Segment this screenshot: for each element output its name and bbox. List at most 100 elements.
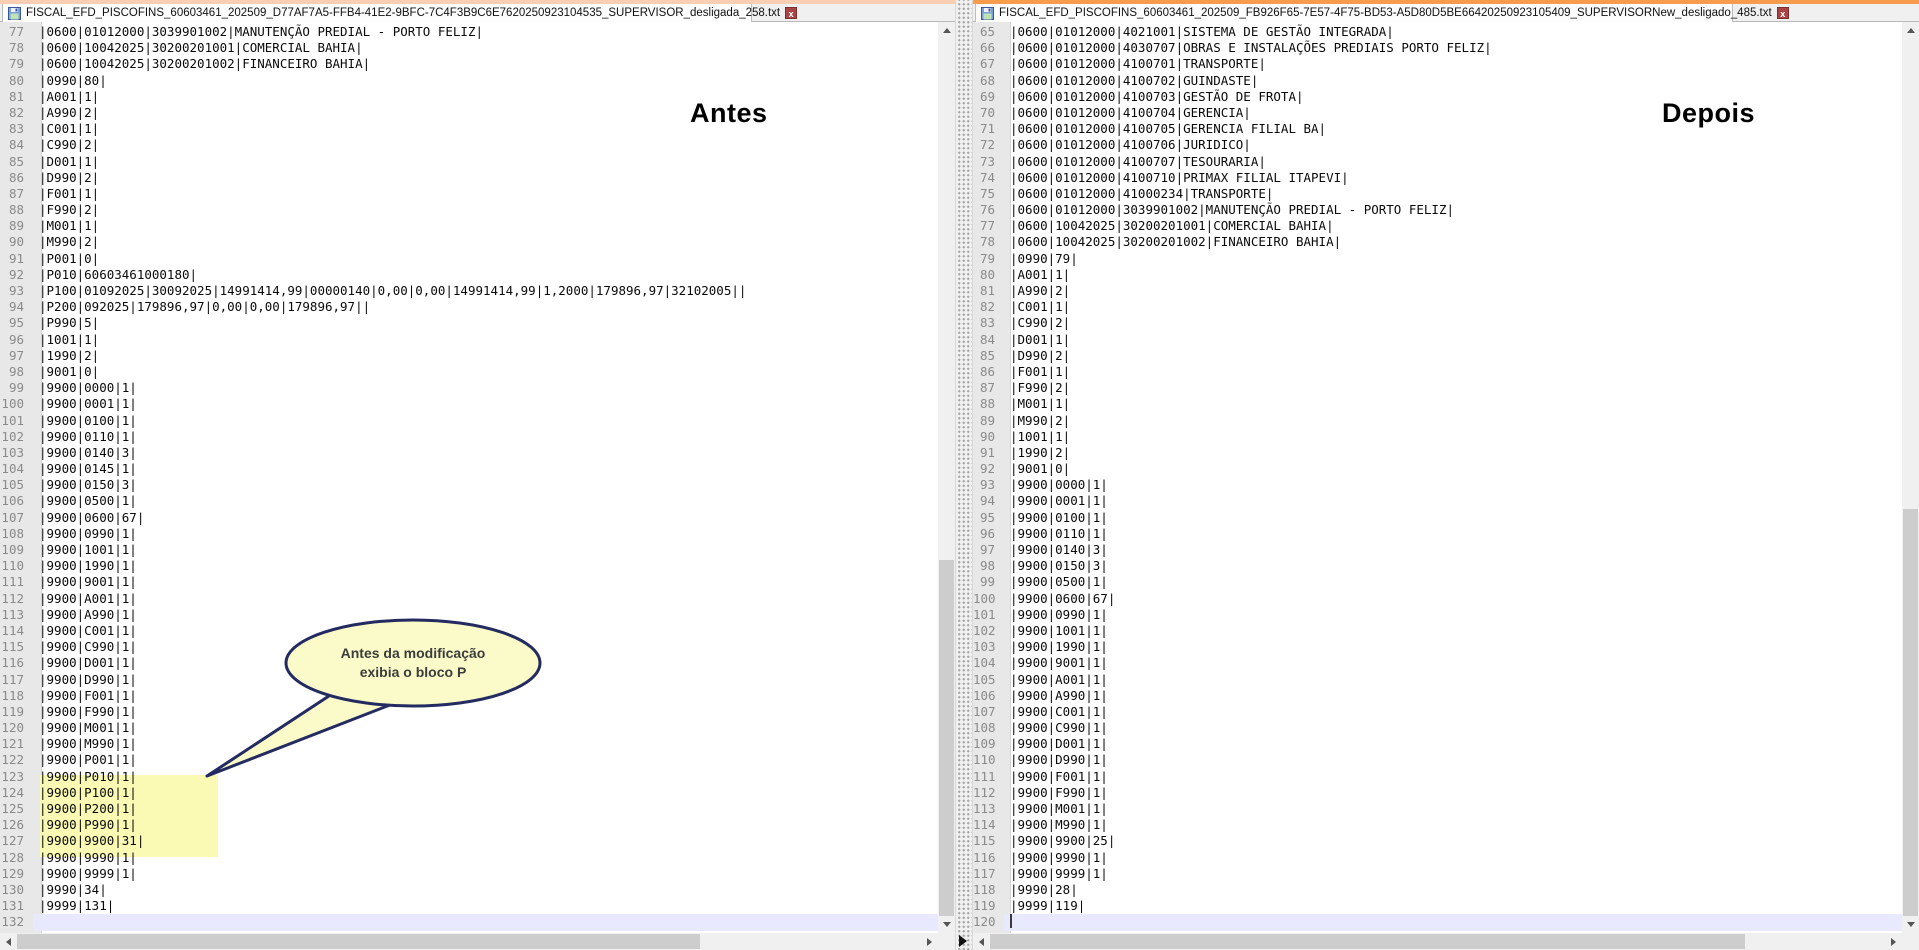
view-splitter[interactable] [955, 0, 973, 950]
line-number: 92 [973, 461, 1004, 477]
line-number: 72 [973, 137, 1004, 153]
line-number: 105 [0, 477, 33, 493]
line-number: 123 [0, 769, 33, 785]
right-vscroll-thumb[interactable] [1903, 509, 1918, 916]
tab-file-before[interactable]: FISCAL_EFD_PISCOFINS_60603461_202509_D77… [2, 4, 752, 22]
heading-antes: Antes [690, 98, 768, 129]
code-line: 78|0600|10042025|30200201001|COMERCIAL B… [0, 40, 938, 56]
code-line-text: |9999|131| [33, 898, 938, 914]
code-line: 76|0600|01012000|3039901002|MANUTENÇÃO P… [973, 202, 1902, 218]
code-line: 106|9900|0500|1| [0, 493, 938, 509]
code-line-text: |9900|A001|1| [1004, 672, 1902, 688]
tab-file-after[interactable]: FISCAL_EFD_PISCOFINS_60603461_202509_FB9… [975, 4, 1733, 22]
code-line: 73|0600|01012000|4100707|TESOURARIA| [973, 154, 1902, 170]
code-line: 104|9900|9001|1| [973, 655, 1902, 671]
line-number: 130 [0, 882, 33, 898]
line-number: 66 [973, 40, 1004, 56]
line-number: 109 [973, 736, 1004, 752]
code-line: 93|9900|0000|1| [973, 477, 1902, 493]
code-line-text: |0600|01012000|4100704|GERENCIA| [1004, 105, 1902, 121]
tab-title-before: FISCAL_EFD_PISCOFINS_60603461_202509_D77… [26, 7, 780, 19]
code-line: 65|0600|01012000|4021001|SISTEMA DE GEST… [973, 24, 1902, 40]
code-line: 88|F990|2| [0, 202, 938, 218]
scroll-up-icon[interactable] [1902, 22, 1919, 39]
line-number: 97 [0, 348, 33, 364]
line-number: 83 [0, 121, 33, 137]
scroll-right-icon[interactable] [921, 933, 938, 950]
editor-before[interactable]: 77|0600|01012000|3039901002|MANUTENÇÃO P… [0, 22, 938, 933]
line-number: 102 [973, 623, 1004, 639]
scroll-left-icon[interactable] [0, 933, 17, 950]
line-number: 118 [0, 688, 33, 704]
editor-after[interactable]: 65|0600|01012000|4021001|SISTEMA DE GEST… [973, 22, 1902, 933]
code-line: 100|9900|0600|67| [973, 591, 1902, 607]
code-line-text: |9001|0| [33, 364, 938, 380]
code-line: 96|1001|1| [0, 332, 938, 348]
line-number: 96 [973, 526, 1004, 542]
line-number: 87 [973, 380, 1004, 396]
code-line-text: |9900|0140|3| [33, 445, 938, 461]
code-line: 105|9900|A001|1| [973, 672, 1902, 688]
right-horizontal-scrollbar[interactable] [973, 933, 1902, 950]
line-number: 97 [973, 542, 1004, 558]
code-line: 98|9900|0150|3| [973, 558, 1902, 574]
code-line: 72|0600|01012000|4100706|JURIDICO| [973, 137, 1902, 153]
left-horizontal-scrollbar[interactable] [0, 933, 938, 950]
left-vertical-scrollbar[interactable] [938, 22, 955, 933]
line-number: 77 [973, 218, 1004, 234]
scroll-right-icon[interactable] [1885, 933, 1902, 950]
left-pane: FISCAL_EFD_PISCOFINS_60603461_202509_D77… [0, 0, 955, 950]
close-icon[interactable]: x [785, 7, 797, 19]
close-icon[interactable]: x [1777, 7, 1789, 19]
code-line-text: |C001|1| [33, 121, 938, 137]
tab-title-after: FISCAL_EFD_PISCOFINS_60603461_202509_FB9… [999, 7, 1772, 19]
left-hscroll-thumb[interactable] [17, 934, 700, 949]
scroll-down-icon[interactable] [1902, 916, 1919, 933]
code-line-text [1004, 914, 1902, 930]
line-number: 129 [0, 866, 33, 882]
line-number: 103 [0, 445, 33, 461]
code-line: 129|9900|9999|1| [0, 866, 938, 882]
code-line-text: |M990|2| [33, 234, 938, 250]
code-line: 109|9900|D001|1| [973, 736, 1902, 752]
line-number: 116 [0, 655, 33, 671]
line-number: 105 [973, 672, 1004, 688]
line-number: 111 [973, 769, 1004, 785]
left-tab-bar: FISCAL_EFD_PISCOFINS_60603461_202509_D77… [0, 0, 955, 22]
right-hscroll-thumb[interactable] [990, 934, 1745, 949]
code-line-text: |0600|10042025|30200201001|COMERCIAL BAH… [33, 40, 938, 56]
line-number: 78 [973, 234, 1004, 250]
code-line: 113|9900|A990|1| [0, 607, 938, 623]
code-line: 66|0600|01012000|4030707|OBRAS E INSTALA… [973, 40, 1902, 56]
code-line-text: |P100|01092025|30092025|14991414,99|0000… [33, 283, 938, 299]
code-line-text: |A001|1| [33, 89, 938, 105]
line-number: 126 [0, 817, 33, 833]
code-line-text: |9900|D990|1| [1004, 752, 1902, 768]
right-vertical-scrollbar[interactable] [1902, 22, 1919, 933]
code-line-text: |9900|D001|1| [33, 655, 938, 671]
code-line: 94|9900|0001|1| [973, 493, 1902, 509]
code-line-text: |0600|01012000|3039901002|MANUTENÇÃO PRE… [33, 24, 938, 40]
line-number: 102 [0, 429, 33, 445]
line-number: 100 [0, 396, 33, 412]
left-vscroll-thumb[interactable] [939, 560, 954, 916]
code-line-text: |0600|01012000|4100706|JURIDICO| [1004, 137, 1902, 153]
code-line: 68|0600|01012000|4100702|GUINDASTE| [973, 73, 1902, 89]
code-line-text: |P200|092025|179896,97|0,00|0,00|179896,… [33, 299, 938, 315]
code-line-text: |C990|2| [33, 137, 938, 153]
heading-depois: Depois [1662, 98, 1755, 129]
code-line-text: |M001|1| [33, 218, 938, 234]
line-number: 92 [0, 267, 33, 283]
scroll-down-icon[interactable] [938, 916, 955, 933]
code-line-text: |P001|0| [33, 251, 938, 267]
line-number: 98 [973, 558, 1004, 574]
code-line: 88|M001|1| [973, 396, 1902, 412]
line-number: 108 [973, 720, 1004, 736]
scroll-left-icon[interactable] [973, 933, 990, 950]
code-line-text: |9900|9001|1| [33, 574, 938, 590]
code-line-text [33, 914, 938, 930]
code-line: 98|9001|0| [0, 364, 938, 380]
code-line-text: |9900|0990|1| [33, 526, 938, 542]
code-line-text: |C990|2| [1004, 315, 1902, 331]
scroll-up-icon[interactable] [938, 22, 955, 39]
